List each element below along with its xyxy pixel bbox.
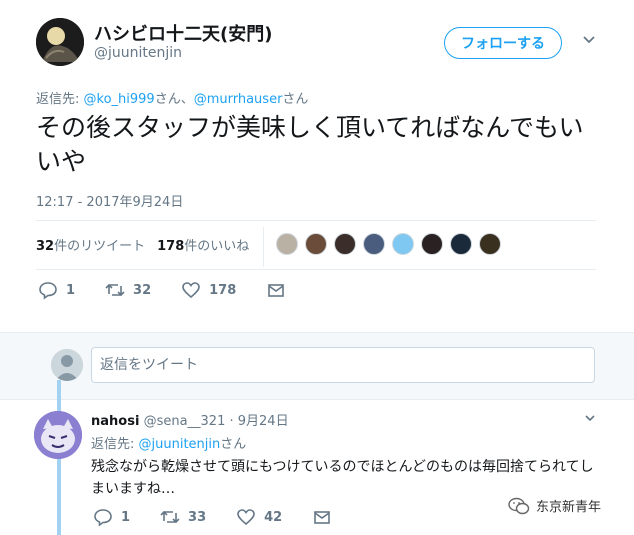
tweet-timestamp[interactable]: 12:17 - 2017年9月24日 (36, 191, 183, 210)
like-action[interactable]: 42 (236, 507, 282, 527)
retweet-action[interactable]: 32 (105, 280, 151, 300)
retweets-count[interactable]: 32 (36, 239, 54, 254)
reply-author-avatar-image (34, 411, 82, 459)
reply-date[interactable]: 9月24日 (238, 414, 289, 429)
watermark: 东京新青年 (508, 496, 601, 515)
envelope-icon (314, 511, 331, 524)
likes-label[interactable]: 件のいいね (184, 239, 249, 254)
reply-author-name[interactable]: nahosi (91, 414, 139, 429)
liker-avatar[interactable] (450, 233, 472, 255)
tweet-actions: 1 32 178 (38, 280, 324, 300)
reply-reply-to-line: 返信先: @juunitenjinさん (91, 433, 246, 452)
retweet-action[interactable]: 33 (160, 507, 206, 527)
reply-separator: · (225, 414, 238, 429)
reply-author-handle[interactable]: @sena__321 (144, 414, 226, 429)
user-avatar (51, 349, 83, 381)
liker-avatar[interactable] (334, 233, 356, 255)
liker-avatar[interactable] (363, 233, 385, 255)
reply-input[interactable] (91, 347, 595, 383)
author-handle[interactable]: @juunitenjin (94, 45, 182, 61)
like-count: 42 (264, 509, 283, 525)
reply-to-user-link[interactable]: @murrhauser (194, 92, 283, 107)
tweet-stats: 32件のリツイート 178件のいいね (36, 235, 249, 254)
liker-avatar[interactable] (479, 233, 501, 255)
author-avatar[interactable] (36, 18, 84, 66)
like-action[interactable]: 178 (181, 280, 236, 300)
dm-action[interactable] (312, 507, 340, 527)
reply-composer (0, 332, 634, 400)
retweets-label[interactable]: 件のリツイート (54, 239, 145, 254)
heart-icon (182, 282, 200, 299)
reply-icon (39, 282, 57, 300)
dm-action[interactable] (266, 280, 294, 300)
tweet-header: ハシビロ十二天(安門) @juunitenjin フォローする (36, 18, 604, 68)
reply-to-suffix: さん (282, 92, 309, 107)
author-avatar-image (36, 18, 84, 66)
author-name[interactable]: ハシビロ十二天(安門) (94, 20, 272, 46)
reply-to-line: 返信先: @ko_hi999さん、@murrhauserさん (36, 88, 308, 107)
reply-icon (94, 509, 112, 527)
liker-avatar[interactable] (305, 233, 327, 255)
reply-author-avatar[interactable] (34, 411, 82, 459)
tweet-text: その後スタッフが美味しく頂いてればなんでもいいや (36, 113, 584, 176)
liker-avatar[interactable] (421, 233, 443, 255)
heart-icon (237, 509, 255, 526)
retweet-icon (160, 510, 180, 524)
reply-to-user-link[interactable]: @ko_hi999 (84, 92, 155, 107)
divider (36, 220, 596, 221)
default-avatar-icon (51, 349, 83, 381)
reply-text: 残念ながら乾燥させて頭にもつけているのでほとんどのものは毎回捨てられてしまいます… (91, 459, 594, 497)
retweet-count: 32 (133, 282, 152, 298)
reply-to-prefix: 返信先: (36, 92, 84, 107)
retweet-icon (105, 283, 125, 297)
reply-actions: 1 33 42 (93, 507, 370, 527)
reply-to-suffix: さん、 (154, 92, 194, 107)
watermark-text: 东京新青年 (536, 500, 602, 515)
liker-avatar[interactable] (392, 233, 414, 255)
envelope-icon (268, 284, 285, 297)
reply-to-suffix: さん (220, 437, 247, 452)
likes-count[interactable]: 178 (157, 239, 184, 254)
follow-button[interactable]: フォローする (444, 27, 562, 59)
like-count: 178 (209, 282, 237, 298)
reply-count: 1 (121, 509, 131, 525)
wechat-icon (508, 497, 530, 514)
chevron-down-icon[interactable] (582, 32, 596, 46)
stats-separator (263, 227, 264, 267)
reply-header: nahosi @sena__321 · 9月24日 (91, 410, 289, 429)
likers-avatars (276, 233, 508, 255)
reply-to-prefix: 返信先: (91, 437, 139, 452)
retweet-count: 33 (188, 509, 207, 525)
reply-to-user-link[interactable]: @juunitenjin (139, 437, 221, 452)
chevron-down-icon[interactable] (584, 412, 596, 424)
reply-action[interactable]: 1 (93, 507, 130, 527)
reply-action[interactable]: 1 (38, 280, 75, 300)
reply-count: 1 (66, 282, 76, 298)
divider (36, 269, 596, 270)
liker-avatar[interactable] (276, 233, 298, 255)
